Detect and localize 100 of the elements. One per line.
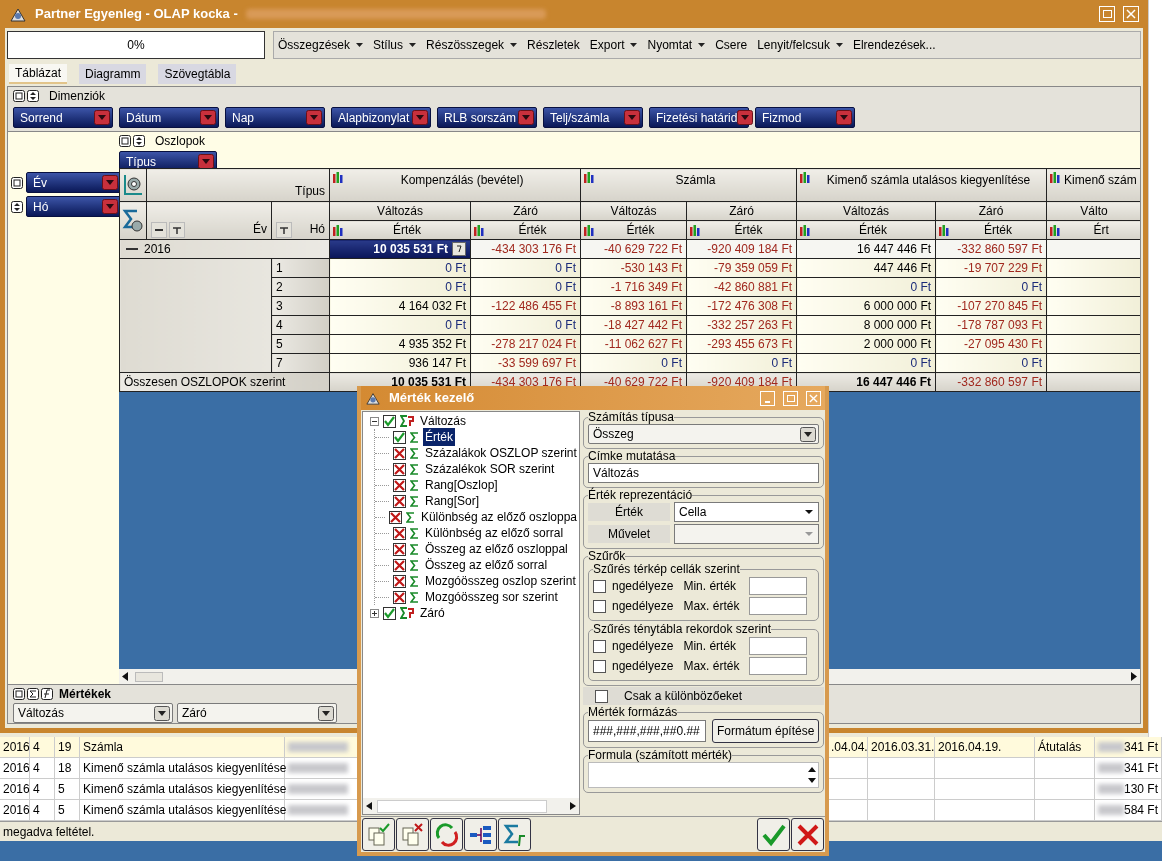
group-label: Címke mutatása <box>588 450 676 463</box>
measure-subheader: Érték <box>733 221 764 239</box>
cell-value: 4 935 352 Ft <box>398 336 466 353</box>
cell-value: 0 Ft <box>771 355 793 372</box>
cell-value: 16 447 446 Ft <box>857 241 932 258</box>
cell-value: -8 893 161 Ft <box>610 298 683 315</box>
table-cell-text: Kimenő számla utalásos kiegyenlítése <box>83 781 287 798</box>
cell-value: -11 062 627 Ft <box>604 336 683 353</box>
table-cell-text: Számla <box>83 739 123 756</box>
cell-value: 2 000 000 Ft <box>863 336 932 353</box>
table-cell-text: 18 <box>58 760 72 777</box>
table-cell-text: 2016 <box>3 781 30 798</box>
table-cell-text: 4 <box>33 760 40 777</box>
cell-value: 10 035 531 Ft <box>391 374 466 391</box>
checkbox-label: ngedélyeze <box>612 598 674 615</box>
measure-subheader: Érték <box>392 221 422 239</box>
cell-value: 0 Ft <box>910 279 932 296</box>
table-cell-text: 19 <box>58 739 72 756</box>
cell-value: -18 427 442 Ft <box>603 317 683 334</box>
cell-value: 10 035 531 Ft <box>373 241 448 258</box>
cell-value: 0 Ft <box>445 317 466 334</box>
field-label: Min. érték <box>683 578 738 595</box>
field-label: Érték <box>588 503 670 521</box>
table-cell-text: 341 Ft <box>1123 760 1158 777</box>
checkbox-label: ngedélyeze <box>612 658 674 675</box>
cell-value: -434 303 176 Ft <box>491 241 577 258</box>
group-label: Számítás típusa <box>588 411 675 424</box>
table-cell-text: 4 <box>33 781 40 798</box>
cell-value: -79 359 059 Ft <box>714 260 793 277</box>
column-field-label: Típus <box>146 168 330 202</box>
measure-subheader: Ért <box>1092 221 1110 239</box>
panel-title: Mértékek <box>59 686 112 703</box>
cell-value: 16 447 446 Ft <box>856 374 932 391</box>
measure-subheader: Érték <box>517 221 548 239</box>
checkbox-label: ngedélyeze <box>612 578 674 595</box>
panel-title: Dimenziók <box>49 88 105 105</box>
progress-field: 0% <box>7 31 265 59</box>
checkbox-label: ngedélyeze <box>612 638 674 655</box>
cell-value: -40 629 722 Ft <box>603 374 683 391</box>
group-label: Szűrők <box>588 550 626 563</box>
cell-value: 6 000 000 Ft <box>863 298 932 315</box>
cell-value: 0 Ft <box>555 317 577 334</box>
cell-value: -33 599 697 Ft <box>497 355 577 372</box>
field-label: Művelet <box>588 525 670 543</box>
table-cell-text: 4 <box>33 739 40 756</box>
cell-value: 447 446 Ft <box>873 260 932 277</box>
checkbox-label: Csak a különbözőeket <box>624 688 743 705</box>
cell-value: -434 303 176 Ft <box>491 374 577 391</box>
measure-subheader: Érték <box>625 221 656 239</box>
cell-value: 0 Ft <box>445 279 466 296</box>
table-cell: Átutalás <box>1038 738 1082 756</box>
table-cell-text: 4 <box>33 802 40 819</box>
table-cell-text: 2016 <box>3 802 30 819</box>
cell-value: 0 Ft <box>1021 279 1043 296</box>
cell-value: 0 Ft <box>555 279 577 296</box>
group-label: Formula (számított mérték) <box>588 749 733 762</box>
table-cell-text: 2016.04.19. <box>938 739 1002 756</box>
cell-value: -332 257 263 Ft <box>707 317 793 334</box>
field-label: Max. érték <box>683 598 741 615</box>
cell-value: 936 147 Ft <box>408 355 466 372</box>
cell-value: -1 716 349 Ft <box>610 279 683 296</box>
cell-value: -332 860 597 Ft <box>957 374 1043 391</box>
window-title: Mérték kezelő <box>389 389 475 408</box>
cell-value: 0 Ft <box>910 355 932 372</box>
table-cell-text: Kimenő számla utalásos kiegyenlítése <box>83 760 287 777</box>
cell-value: -172 476 308 Ft <box>707 298 793 315</box>
cell-value: -332 860 597 Ft <box>957 241 1043 258</box>
cell-value: -278 217 024 Ft <box>491 336 577 353</box>
cell-value: 0 Ft <box>445 260 466 277</box>
table-cell-text: 2016.03.31. <box>871 739 935 756</box>
cell-value: -42 860 881 Ft <box>714 279 793 296</box>
table-cell-text: 5 <box>58 781 65 798</box>
cell-value: 8 000 000 Ft <box>863 317 932 334</box>
table-cell-text: Kimenő számla utalásos kiegyenlítése <box>83 802 287 819</box>
cell-value: 4 164 032 Ft <box>398 298 466 315</box>
cell-value: -920 409 184 Ft <box>707 374 793 391</box>
window-title: Partner Egyenleg - OLAP kocka - <box>35 5 238 24</box>
measure-subheader: Érték <box>858 221 889 239</box>
group-label: Mérték formázás <box>588 706 678 719</box>
table-cell-text: 130 Ft <box>1123 781 1158 798</box>
cell-value: -40 629 722 Ft <box>603 241 683 258</box>
group-label: Szűrés térkép cellák szerint <box>593 563 740 576</box>
table-cell-text: 2016 <box>3 739 30 756</box>
table-cell-text: 584 Ft <box>1123 802 1158 819</box>
field-label: Min. érték <box>683 638 738 655</box>
cell-value: -293 455 673 Ft <box>707 336 793 353</box>
cell-value: -530 143 Ft <box>620 260 683 277</box>
panel-title: Oszlopok <box>155 133 206 150</box>
table-cell-text: 5 <box>58 802 65 819</box>
row-field-label: Év <box>253 220 267 238</box>
field-label: Max. érték <box>683 658 741 675</box>
cell-value: 0 Ft <box>1021 355 1043 372</box>
cell-value: -107 270 845 Ft <box>957 298 1043 315</box>
measure-subheader: Érték <box>983 221 1014 239</box>
cell-value: -178 787 093 Ft <box>957 317 1043 334</box>
table-cell-text: 2016 <box>3 760 30 777</box>
table-cell-text: .04.04. <box>831 739 868 756</box>
group-label: Szűrés ténytábla rekordok szerint <box>593 623 772 636</box>
row-field-label: Hó <box>309 221 325 238</box>
cell-value: 0 Ft <box>555 260 577 277</box>
